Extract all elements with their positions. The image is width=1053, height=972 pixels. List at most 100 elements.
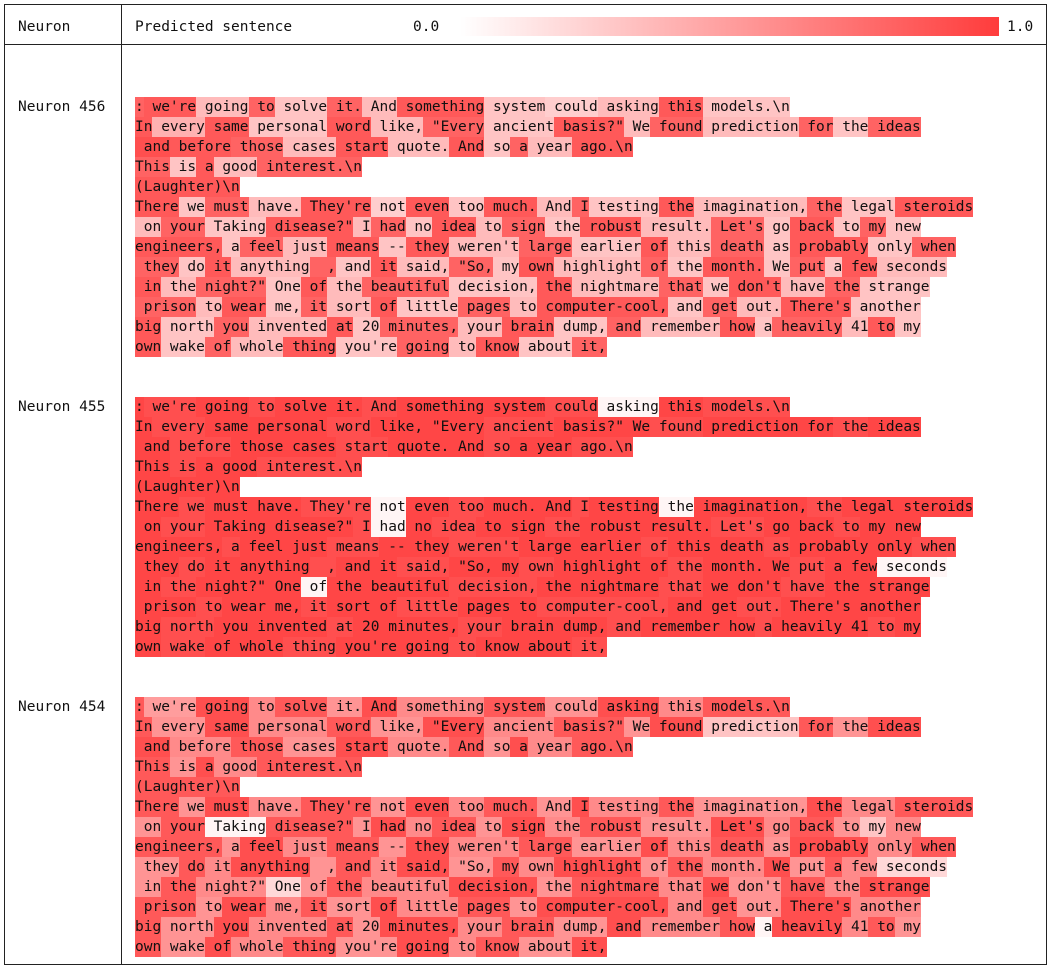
token: know (475, 337, 520, 357)
token: at (327, 617, 354, 637)
token: even (405, 797, 450, 817)
token: engineers, (135, 837, 223, 857)
token: highlight (554, 557, 642, 577)
header-divider (5, 44, 1046, 45)
token: basis?" (554, 417, 624, 437)
token: quote. (388, 437, 450, 457)
token: of (204, 937, 232, 957)
token: 41 (842, 617, 869, 637)
sentence-line: in the night?" One of the beautiful deci… (135, 877, 1015, 897)
token: night?" (196, 577, 266, 597)
token: start (335, 137, 389, 157)
token: wake (161, 337, 205, 357)
token: new (885, 517, 921, 537)
token: heavily (772, 617, 843, 637)
token: cases (283, 137, 336, 157)
sentence-line: (Laughter)\n (135, 477, 1015, 497)
neuron-label-454: Neuron 454 (18, 699, 106, 715)
sentence-line: on your Taking disease?" I had no idea t… (135, 517, 1015, 537)
token: personal (248, 417, 328, 437)
token: on (135, 517, 162, 537)
token: cases (283, 437, 336, 457)
token: to (196, 297, 223, 317)
token: We (623, 717, 651, 737)
token: I (571, 497, 590, 517)
token: "So, (449, 257, 494, 277)
sentence-line: big north you invented at 20 minutes, yo… (135, 317, 1015, 337)
token: a (222, 837, 240, 857)
token: about (519, 637, 572, 657)
token: robust (580, 217, 642, 237)
sentence-line: in the night?" One of the beautiful deci… (135, 577, 1015, 597)
token: wear (222, 897, 266, 917)
token: And (536, 497, 572, 517)
sentence-line: own wake of whole thing you're going to … (135, 337, 1015, 357)
token: word (327, 417, 371, 437)
token: big (135, 317, 162, 337)
token: We (623, 117, 651, 137)
token: the (536, 277, 572, 297)
token: They're (300, 197, 371, 217)
token: it (204, 857, 232, 877)
token: even (405, 497, 450, 517)
token: going (196, 97, 249, 117)
token: the (161, 877, 197, 897)
token: system (484, 397, 546, 417)
token: Taking (204, 517, 266, 537)
token: must (204, 497, 249, 517)
token: quote. (388, 737, 450, 757)
token: decision, (449, 277, 537, 297)
token: before (169, 137, 232, 157)
token: same (204, 717, 249, 737)
token: little (396, 897, 459, 917)
token: thing (283, 337, 336, 357)
token: it (300, 297, 328, 317)
column-divider (121, 5, 122, 964)
token: beautiful (362, 277, 450, 297)
token: to (833, 817, 860, 837)
token: it (370, 257, 397, 277)
token: same (204, 117, 249, 137)
token: seconds (877, 557, 948, 577)
token: back (789, 817, 834, 837)
token: anything (231, 257, 310, 277)
token: invented (248, 617, 328, 637)
token: own (519, 557, 555, 577)
token: we (178, 497, 205, 517)
token: seconds (877, 857, 948, 877)
token: a (824, 257, 843, 277)
token: this (667, 237, 712, 257)
token: models.\n (702, 397, 790, 417)
token: to (475, 517, 502, 537)
token: in (135, 877, 162, 897)
sentence-line: and before those cases start quote. And … (135, 437, 1015, 457)
token: to (833, 217, 860, 237)
token: your (161, 817, 205, 837)
token: know (475, 937, 520, 957)
token: We (763, 857, 790, 877)
token: strange (859, 277, 930, 297)
token: And (449, 137, 485, 157)
token: the (545, 517, 581, 537)
token: large (519, 837, 572, 857)
token: it. (327, 697, 363, 717)
token: heavily (772, 317, 843, 337)
token: we (702, 877, 729, 897)
token: weren't (449, 237, 520, 257)
token: the (824, 277, 860, 297)
token: One (265, 577, 301, 597)
token: solve (274, 697, 328, 717)
token: And (536, 197, 572, 217)
token: your (458, 917, 502, 937)
token: prediction (702, 117, 799, 137)
token: There's (781, 297, 851, 317)
sentence-line: prison to wear me, it sort of little pag… (135, 297, 1015, 317)
token: and (667, 597, 703, 617)
token: interest.\n (257, 157, 363, 177)
token: -- (379, 837, 406, 857)
token: testing (589, 797, 659, 817)
token: is (169, 157, 197, 177)
token: your (458, 617, 502, 637)
token: "Every (423, 117, 485, 137)
token: asking (597, 697, 659, 717)
